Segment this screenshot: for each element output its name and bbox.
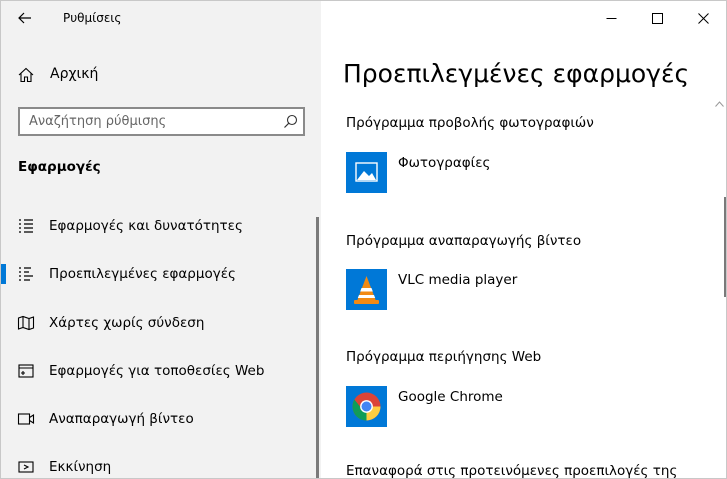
category-label-photo-viewer: Πρόγραμμα προβολής φωτογραφιών (346, 115, 594, 131)
window-controls (588, 1, 726, 35)
reset-defaults-text: Επαναφορά στις προτεινόμενες προεπιλογές… (346, 463, 678, 479)
search-icon[interactable] (283, 114, 298, 129)
sidebar-item-home[interactable]: Αρχική (1, 57, 321, 93)
map-icon (17, 315, 35, 331)
vlc-icon (346, 269, 387, 310)
app-name-photos[interactable]: Φωτογραφίες (398, 155, 490, 171)
search-input[interactable] (20, 109, 278, 134)
back-arrow-icon (18, 12, 31, 24)
minimize-icon (606, 17, 616, 19)
sidebar-item-label: Χάρτες χωρίς σύνδεση (49, 315, 205, 331)
default-app-video-player[interactable] (346, 269, 387, 310)
default-app-web-browser[interactable] (346, 386, 387, 427)
startup-icon (18, 461, 34, 473)
default-app-photo-viewer[interactable] (346, 152, 387, 193)
section-title: Εφαρμογές (18, 159, 101, 175)
close-icon (697, 12, 709, 24)
sidebar-item-video-playback[interactable]: Αναπαραγωγή βίντεο (1, 396, 315, 442)
video-icon (17, 413, 35, 425)
back-button[interactable] (11, 5, 39, 31)
web-app-icon (18, 364, 34, 378)
sidebar-item-label: Εφαρμογές και δυνατότητες (49, 218, 243, 234)
maximize-icon (651, 12, 663, 24)
category-label-video-player: Πρόγραμμα αναπαραγωγής βίντεο (346, 233, 582, 249)
sidebar-item-label: Αναπαραγωγή βίντεο (49, 411, 194, 427)
sidebar-item-label: Αρχική (50, 66, 99, 82)
scroll-up-icon[interactable] (715, 101, 724, 107)
sidebar-item-startup[interactable]: Εκκίνηση (1, 444, 315, 478)
home-icon (18, 67, 34, 83)
app-name-vlc[interactable]: VLC media player (398, 272, 517, 288)
close-button[interactable] (680, 1, 726, 35)
default-apps-icon (19, 267, 33, 281)
search-box[interactable] (18, 107, 305, 136)
sidebar-scrollbar[interactable] (316, 217, 319, 478)
settings-window: Ρυθμίσεις Αρχική Εφαρμογές Εφαρμογές και… (0, 0, 727, 479)
sidebar: Ρυθμίσεις Αρχική Εφαρμογές Εφαρμογές και… (1, 1, 321, 478)
title-bar: Ρυθμίσεις (1, 1, 321, 35)
sidebar-item-label: Προεπιλεγμένες εφαρμογές (49, 266, 236, 282)
selection-indicator (1, 264, 6, 284)
category-label-web-browser: Πρόγραμμα περιήγησης Web (346, 349, 542, 365)
sidebar-item-offline-maps[interactable]: Χάρτες χωρίς σύνδεση (1, 300, 315, 346)
app-name-chrome[interactable]: Google Chrome (398, 389, 503, 405)
sidebar-item-label: Εκκίνηση (49, 459, 112, 475)
sidebar-item-default-apps[interactable]: Προεπιλεγμένες εφαρμογές (1, 251, 315, 297)
chrome-icon (346, 386, 387, 427)
minimize-button[interactable] (588, 1, 634, 35)
app-title: Ρυθμίσεις (63, 11, 122, 25)
list-icon (19, 219, 33, 233)
main-content: Προεπιλεγμένες εφαρμογές Πρόγραμμα προβο… (321, 1, 726, 479)
photos-icon (346, 152, 387, 193)
sidebar-item-web-apps[interactable]: Εφαρμογές για τοποθεσίες Web (1, 348, 315, 394)
sidebar-item-apps-features[interactable]: Εφαρμογές και δυνατότητες (1, 203, 315, 249)
page-title: Προεπιλεγμένες εφαρμογές (343, 59, 690, 88)
maximize-button[interactable] (634, 1, 680, 35)
sidebar-item-label: Εφαρμογές για τοποθεσίες Web (49, 363, 265, 379)
